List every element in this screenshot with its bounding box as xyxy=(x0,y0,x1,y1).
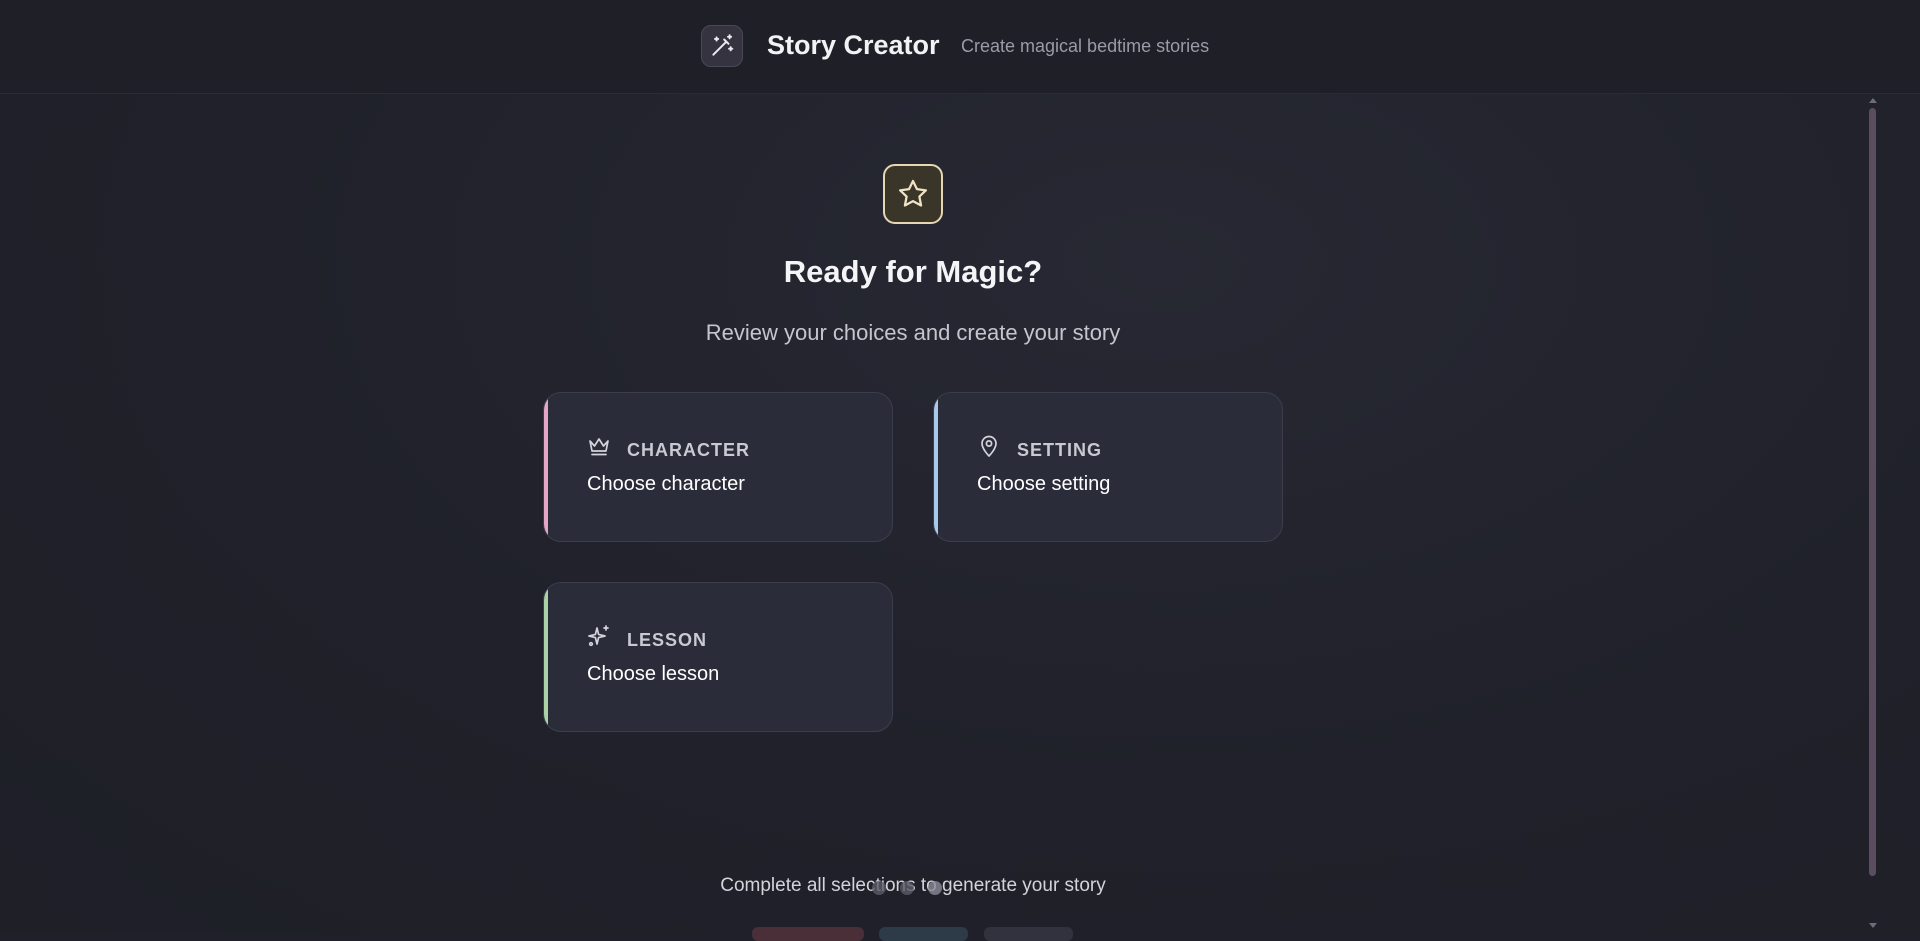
scrollbar[interactable] xyxy=(1866,96,1878,934)
setting-value: Choose setting xyxy=(977,473,1111,495)
star-icon xyxy=(883,164,943,224)
character-value: Choose character xyxy=(587,473,745,495)
character-card[interactable]: CHARACTER Choose character xyxy=(543,392,893,542)
app-subtitle: Create magical bedtime stories xyxy=(961,36,1210,56)
magic-wand-icon xyxy=(701,25,743,67)
lesson-label: LESSON xyxy=(627,630,708,650)
character-chip[interactable] xyxy=(752,927,864,941)
progress-dot xyxy=(872,881,886,895)
hero-title: Ready for Magic? xyxy=(783,254,1043,289)
scroll-up-icon[interactable] xyxy=(1869,98,1877,103)
app-title: Story Creator xyxy=(767,30,940,60)
map-pin-icon xyxy=(976,433,1002,459)
lesson-card[interactable]: LESSON Choose lesson xyxy=(543,582,893,732)
character-label: CHARACTER xyxy=(627,440,750,460)
scroll-down-icon[interactable] xyxy=(1869,923,1877,928)
crown-icon xyxy=(586,433,612,459)
scrollbar-thumb[interactable] xyxy=(1869,108,1876,876)
setting-chip[interactable] xyxy=(879,927,968,941)
progress-dots xyxy=(872,881,942,895)
app-header: Story Creator Create magical bedtime sto… xyxy=(0,0,1920,94)
hero-subtitle: Review your choices and create your stor… xyxy=(705,320,1121,345)
setting-card[interactable]: SETTING Choose setting xyxy=(933,392,1283,542)
setting-label: SETTING xyxy=(1017,440,1103,460)
lesson-chip[interactable] xyxy=(984,927,1073,941)
progress-dot xyxy=(900,881,914,895)
progress-dot xyxy=(928,881,942,895)
lesson-value: Choose lesson xyxy=(587,663,720,685)
sparkles-icon xyxy=(586,623,612,649)
